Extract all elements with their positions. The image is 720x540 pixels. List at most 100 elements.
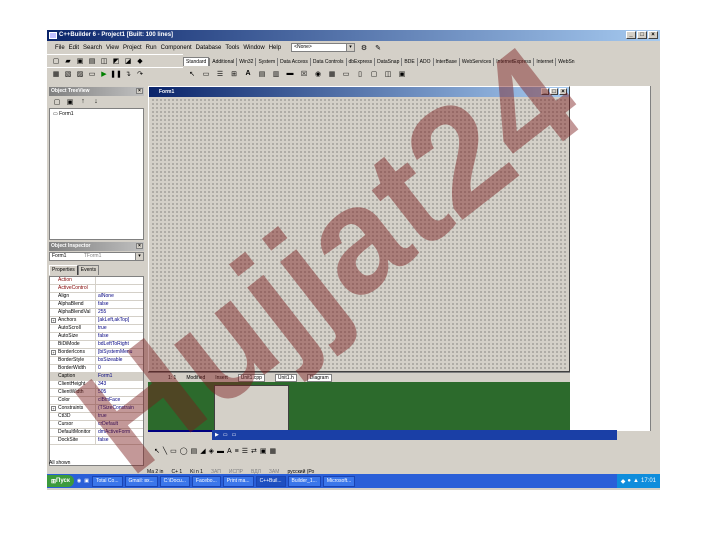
- property-value[interactable]: bdLeftToRight: [96, 341, 143, 348]
- open-project-icon[interactable]: ◫: [99, 56, 109, 66]
- tab-additional[interactable]: Additional: [209, 58, 236, 66]
- tab-diagram[interactable]: Diagram: [306, 373, 332, 382]
- panel-icon[interactable]: ▣: [397, 69, 407, 79]
- maximize-button[interactable]: □: [550, 88, 558, 95]
- property-row[interactable]: BiDiMode bdLeftToRight: [50, 341, 143, 349]
- line-color-icon[interactable]: ▬: [217, 448, 224, 455]
- taskbar-button[interactable]: Microsoft...: [322, 475, 356, 487]
- property-value[interactable]: false: [96, 437, 143, 444]
- checkbox-icon[interactable]: ☒: [299, 69, 309, 79]
- tab-events[interactable]: Events: [77, 265, 100, 275]
- step-over-icon[interactable]: ↷: [135, 69, 145, 79]
- property-value[interactable]: clBtnFace: [96, 397, 143, 404]
- quick-launch-icon[interactable]: ▣: [84, 478, 89, 484]
- property-value[interactable]: true: [96, 325, 143, 332]
- form-design-surface[interactable]: [151, 98, 567, 371]
- tab-dbexpress[interactable]: dbExpress: [345, 58, 375, 66]
- taskbar-button[interactable]: C++Buil...: [255, 475, 286, 487]
- window-icon[interactable]: ▭: [223, 432, 228, 438]
- memo-icon[interactable]: ▥: [271, 69, 281, 79]
- property-value[interactable]: [96, 277, 143, 284]
- tray-icon[interactable]: ●: [627, 478, 631, 484]
- tab-unit1-cpp[interactable]: Unit1.cpp: [237, 373, 265, 382]
- property-value[interactable]: 0: [96, 365, 143, 372]
- minimize-button[interactable]: _: [541, 88, 549, 95]
- property-row[interactable]: Action: [50, 277, 143, 285]
- expand-icon[interactable]: +: [51, 406, 56, 411]
- new-form-icon[interactable]: ▭: [87, 69, 97, 79]
- close-icon[interactable]: ×: [136, 88, 143, 94]
- expand-icon[interactable]: +: [51, 350, 56, 355]
- menu-search[interactable]: Search: [83, 45, 102, 51]
- dash-style-icon[interactable]: ☰: [242, 447, 248, 455]
- desktop-combo[interactable]: <None> ▾: [291, 43, 356, 52]
- property-value[interactable]: [akLeft,akTop]: [96, 317, 143, 324]
- taskbar-button[interactable]: C:\Docu...: [159, 475, 190, 487]
- menu-run[interactable]: Run: [146, 45, 157, 51]
- toggle-form-unit-icon[interactable]: ▨: [75, 69, 85, 79]
- pause-icon[interactable]: ❚❚: [110, 69, 122, 79]
- tab-standard[interactable]: Standard: [183, 57, 210, 66]
- property-row[interactable]: ClientHeight 343: [50, 381, 143, 389]
- property-value[interactable]: 343: [96, 381, 143, 388]
- tab-ado[interactable]: ADO: [416, 58, 433, 66]
- property-row[interactable]: BorderWidth 0: [50, 365, 143, 373]
- popupmenu-icon[interactable]: ⊞: [229, 69, 239, 79]
- tab-win32[interactable]: Win32: [236, 58, 255, 66]
- ellipse-icon[interactable]: ◯: [180, 447, 188, 455]
- tab-data-controls[interactable]: Data Controls: [309, 58, 346, 66]
- radiobutton-icon[interactable]: ◉: [313, 69, 323, 79]
- scrollbar-icon[interactable]: ▯: [355, 69, 365, 79]
- frames-icon[interactable]: ▭: [201, 69, 211, 79]
- property-row[interactable]: AlphaBlend false: [50, 301, 143, 309]
- shadow-icon[interactable]: ▣: [260, 447, 267, 455]
- line-style-icon[interactable]: ≡: [235, 448, 239, 455]
- label-icon[interactable]: A: [243, 69, 253, 79]
- property-row[interactable]: Align alNone: [50, 293, 143, 301]
- property-value[interactable]: alNone: [96, 293, 143, 300]
- window-icon[interactable]: ▭: [232, 432, 237, 438]
- property-row[interactable]: AlphaBlendVal 255: [50, 309, 143, 317]
- open-icon[interactable]: ▰: [63, 56, 73, 66]
- view-form-icon[interactable]: ▧: [63, 69, 73, 79]
- object-selector[interactable]: Form1 TForm1 ▾: [49, 252, 144, 261]
- chevron-down-icon[interactable]: ▾: [135, 253, 143, 260]
- menu-file[interactable]: File: [55, 45, 65, 51]
- listbox-icon[interactable]: ▦: [327, 69, 337, 79]
- tab-interbase[interactable]: InterBase: [432, 58, 459, 66]
- menu-project[interactable]: Project: [123, 45, 142, 51]
- 3d-icon[interactable]: ▦: [270, 447, 277, 455]
- taskbar-button[interactable]: Builder_1...: [287, 475, 321, 487]
- property-row[interactable]: Caption Form1: [50, 373, 143, 381]
- property-row[interactable]: Color clBtnFace: [50, 397, 143, 405]
- delete-item-icon[interactable]: ▣: [65, 97, 75, 107]
- line-icon[interactable]: ╲: [163, 447, 167, 455]
- add-file-icon[interactable]: ◩: [111, 56, 121, 66]
- taskbar-button[interactable]: Print ma...: [222, 475, 254, 487]
- property-value[interactable]: [biSystemMenu: [96, 349, 143, 356]
- tab-system[interactable]: System: [255, 58, 277, 66]
- vertical-scrollbar[interactable]: [650, 86, 658, 431]
- save-desktop-icon[interactable]: ⚙: [359, 43, 369, 53]
- property-value[interactable]: dmActiveForm: [96, 429, 143, 436]
- property-row[interactable]: DefaultMonitor dmActiveForm: [50, 429, 143, 437]
- help-icon[interactable]: ◆: [135, 56, 145, 66]
- code-editor-area[interactable]: [570, 86, 658, 431]
- property-row[interactable]: AutoSize false: [50, 333, 143, 341]
- form-title-bar[interactable]: Form1 _ □ ×: [149, 87, 569, 97]
- arrow-style-icon[interactable]: ⇄: [251, 447, 257, 455]
- button-icon[interactable]: ▬: [285, 69, 295, 79]
- minimize-button[interactable]: _: [626, 31, 636, 39]
- property-row[interactable]: Cursor crDefault: [50, 421, 143, 429]
- property-row[interactable]: + BorderIcons [biSystemMenu: [50, 349, 143, 357]
- property-value[interactable]: crDefault: [96, 421, 143, 428]
- tray-icon[interactable]: ▲: [633, 478, 639, 484]
- fill-color-icon[interactable]: ◈: [209, 447, 214, 455]
- taskbar-button[interactable]: Gmail: вх...: [124, 475, 158, 487]
- view-unit-icon[interactable]: ▦: [51, 69, 61, 79]
- textbox-icon[interactable]: ▤: [191, 447, 198, 455]
- property-row[interactable]: + Anchors [akLeft,akTop]: [50, 317, 143, 325]
- menu-component[interactable]: Component: [161, 45, 192, 51]
- property-value[interactable]: [96, 285, 143, 292]
- edit-icon[interactable]: ▤: [257, 69, 267, 79]
